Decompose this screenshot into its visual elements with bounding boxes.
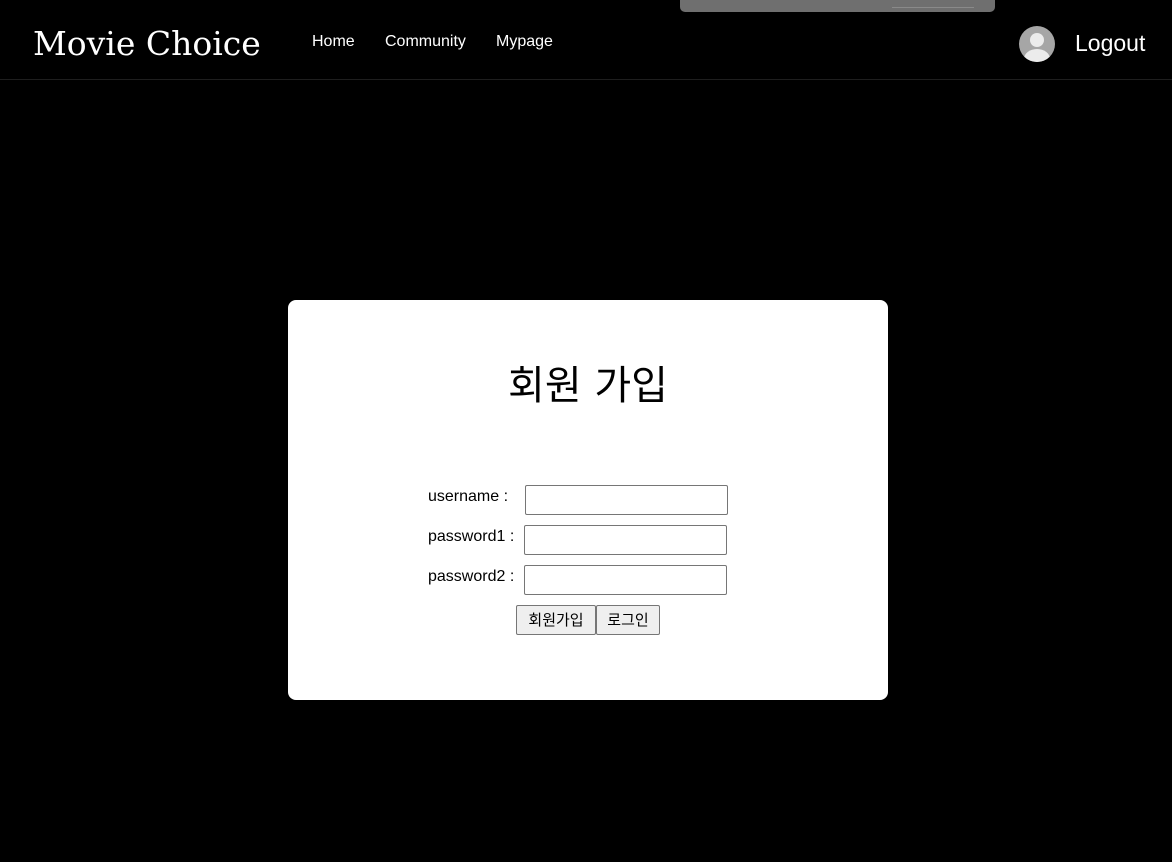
page-title: 회원 가입 <box>508 363 668 409</box>
logout-link[interactable]: Logout <box>1075 30 1145 56</box>
password1-label: password1 : <box>428 528 515 545</box>
user-avatar-icon[interactable] <box>1019 26 1055 62</box>
nav-link-mypage[interactable]: Mypage <box>496 32 553 52</box>
avatar-body <box>1024 49 1050 62</box>
avatar-head <box>1030 33 1044 47</box>
password1-input[interactable] <box>524 525 727 555</box>
overlay-popup-divider <box>892 0 974 8</box>
brand-logo[interactable]: Movie Choice <box>33 24 261 64</box>
overlay-popup-fragment <box>680 0 995 12</box>
signup-card: 회원 가입 username : password1 : password2 :… <box>288 300 888 700</box>
login-button[interactable]: 로그인 <box>596 605 660 635</box>
navbar: Movie Choice Home Community Mypage Logou… <box>0 0 1172 80</box>
username-input[interactable] <box>525 485 728 515</box>
nav-link-home[interactable]: Home <box>312 32 355 52</box>
signup-button[interactable]: 회원가입 <box>516 605 596 635</box>
password2-input[interactable] <box>524 565 727 595</box>
nav-link-community[interactable]: Community <box>385 32 466 52</box>
username-label: username : <box>428 488 509 505</box>
password2-label: password2 : <box>428 568 515 585</box>
